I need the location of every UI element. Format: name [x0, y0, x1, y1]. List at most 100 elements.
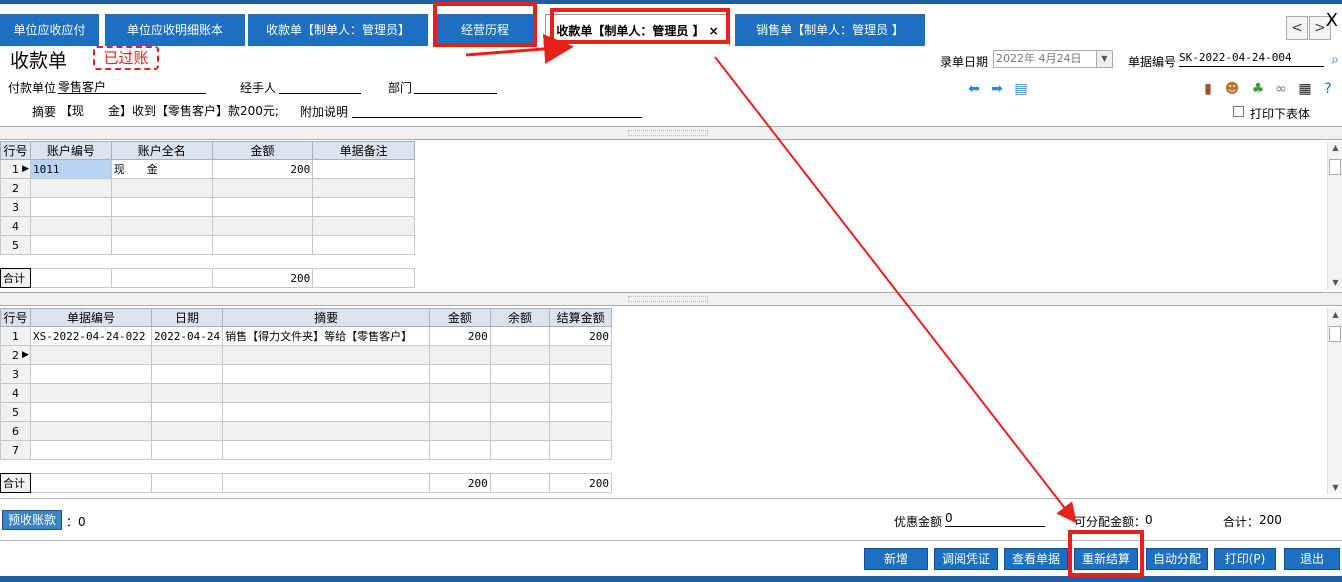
amount-cell[interactable]: [429, 440, 491, 460]
doc-number-cell[interactable]: [29, 364, 152, 384]
doc-number-cell[interactable]: [29, 402, 152, 422]
qrcode-icon[interactable]: ▦: [1297, 81, 1313, 97]
settle-amount-cell[interactable]: [549, 402, 612, 422]
balance-cell[interactable]: [489, 421, 551, 441]
user-icon[interactable]: ☻: [1224, 81, 1240, 97]
table-row[interactable]: 5: [0, 235, 415, 255]
settle-amount-cell[interactable]: [549, 364, 612, 384]
tab-receipt-1[interactable]: 收款单【制单人：管理员】: [248, 14, 428, 46]
chevron-down-icon[interactable]: ▼: [1096, 51, 1112, 67]
settle-amount-cell[interactable]: [549, 383, 612, 403]
summary-cell[interactable]: [222, 364, 431, 384]
account-name-cell[interactable]: [110, 197, 213, 217]
account-code-cell[interactable]: [29, 178, 112, 198]
settle-amount-cell[interactable]: 200: [549, 326, 612, 346]
summary-cell[interactable]: 销售【得力文件夹】等给【零售客户】: [222, 326, 431, 346]
discount-field[interactable]: 0: [945, 511, 1045, 527]
account-name-cell[interactable]: 现 金: [110, 159, 213, 179]
doc-number-cell[interactable]: XS-2022-04-24-022: [29, 326, 152, 346]
docno-field[interactable]: SK-2022-04-24-004: [1179, 51, 1324, 67]
doc-note-cell[interactable]: [312, 235, 415, 255]
balance-cell[interactable]: [489, 440, 551, 460]
account-code-cell[interactable]: [29, 216, 112, 236]
note-field[interactable]: [352, 102, 642, 118]
new-button[interactable]: 新增: [864, 548, 928, 570]
doc-number-cell[interactable]: [29, 345, 152, 365]
account-code-cell[interactable]: 1011: [29, 159, 112, 179]
table-row[interactable]: 4: [0, 383, 612, 403]
account-name-cell[interactable]: [110, 235, 213, 255]
payer-field[interactable]: 零售客户: [58, 78, 206, 94]
prepay-button[interactable]: 预收账款: [2, 510, 62, 530]
balance-cell[interactable]: [489, 402, 551, 422]
balance-cell[interactable]: [489, 345, 551, 365]
summary-cell[interactable]: [222, 345, 431, 365]
table-row[interactable]: 1 ▶ 1011 现 金 200: [0, 159, 415, 179]
date-cell[interactable]: [150, 440, 224, 460]
amount-cell[interactable]: [429, 364, 491, 384]
print-lower-checkbox[interactable]: [1233, 106, 1244, 117]
amount-cell[interactable]: [429, 383, 491, 403]
leaf-icon[interactable]: ♣: [1250, 81, 1266, 97]
help-icon[interactable]: ?: [1320, 81, 1336, 97]
summary-field[interactable]: 【现 金】收到【零售客户】款200元;: [60, 102, 279, 118]
settle-amount-cell[interactable]: [549, 440, 612, 460]
account-code-cell[interactable]: [29, 197, 112, 217]
table-row[interactable]: 6: [0, 421, 612, 441]
table-row[interactable]: 5: [0, 402, 612, 422]
date-cell[interactable]: [150, 364, 224, 384]
date-cell[interactable]: [150, 345, 224, 365]
account-code-cell[interactable]: [29, 235, 112, 255]
tab-sales[interactable]: 销售单【制单人：管理员 】: [735, 14, 925, 46]
balance-cell[interactable]: [489, 364, 551, 384]
top-grid-scrollbar[interactable]: ▲ ▼: [1327, 141, 1342, 289]
tab-receivable-payable[interactable]: 单位应收应付: [0, 14, 99, 46]
balance-cell[interactable]: [489, 326, 551, 346]
table-row[interactable]: 3: [0, 197, 415, 217]
search-icon[interactable]: ⌕: [1327, 52, 1342, 68]
balance-cell[interactable]: [489, 383, 551, 403]
amount-cell[interactable]: [429, 421, 491, 441]
table-row[interactable]: 2: [0, 178, 415, 198]
doc-number-cell[interactable]: [29, 421, 152, 441]
splitter-top[interactable]: [0, 126, 1342, 140]
doc-note-cell[interactable]: [312, 216, 415, 236]
bottom-grid-scrollbar[interactable]: ▲ ▼: [1327, 308, 1342, 494]
tabs-prev-button[interactable]: <: [1286, 16, 1308, 40]
auto-allocate-button[interactable]: 自动分配: [1146, 548, 1208, 570]
summary-cell[interactable]: [222, 383, 431, 403]
summary-cell[interactable]: [222, 440, 431, 460]
table-row[interactable]: 2 ▶: [0, 345, 612, 365]
exit-button[interactable]: 退出: [1284, 548, 1340, 570]
amount-cell[interactable]: [211, 197, 314, 217]
date-picker[interactable]: 2022年 4月24日 ▼: [993, 50, 1113, 68]
settle-amount-cell[interactable]: [549, 421, 612, 441]
view-voucher-button[interactable]: 调阅凭证: [934, 548, 998, 570]
doc-number-cell[interactable]: [29, 440, 152, 460]
left-arrow-icon[interactable]: ⬅: [966, 81, 982, 97]
doc-note-cell[interactable]: [312, 159, 415, 179]
splitter-bottom[interactable]: [0, 292, 1342, 306]
tab-receivable-detail[interactable]: 单位应收明细账本: [105, 14, 245, 46]
right-arrow-icon[interactable]: ➡: [989, 81, 1005, 97]
date-cell[interactable]: [150, 421, 224, 441]
table-row[interactable]: 1 XS-2022-04-24-022 2022-04-24 销售【得力文件夹】…: [0, 326, 612, 346]
view-document-button[interactable]: 查看单据: [1004, 548, 1068, 570]
doc-note-cell[interactable]: [312, 197, 415, 217]
table-row[interactable]: 3: [0, 364, 612, 384]
link-icon[interactable]: ∞: [1273, 81, 1289, 97]
document-icon[interactable]: ▤: [1013, 81, 1029, 97]
date-cell[interactable]: [150, 402, 224, 422]
print-button[interactable]: 打印(P): [1214, 548, 1276, 570]
summary-cell[interactable]: [222, 421, 431, 441]
handler-field[interactable]: [279, 78, 361, 94]
window-close-button[interactable]: X: [1326, 10, 1338, 31]
amount-cell[interactable]: [429, 345, 491, 365]
amount-cell[interactable]: 200: [211, 159, 314, 179]
doc-number-cell[interactable]: [29, 383, 152, 403]
door-icon[interactable]: ▮: [1200, 81, 1216, 97]
amount-cell[interactable]: [429, 402, 491, 422]
dept-field[interactable]: [414, 78, 497, 94]
amount-cell[interactable]: 200: [429, 326, 491, 346]
table-row[interactable]: 4: [0, 216, 415, 236]
